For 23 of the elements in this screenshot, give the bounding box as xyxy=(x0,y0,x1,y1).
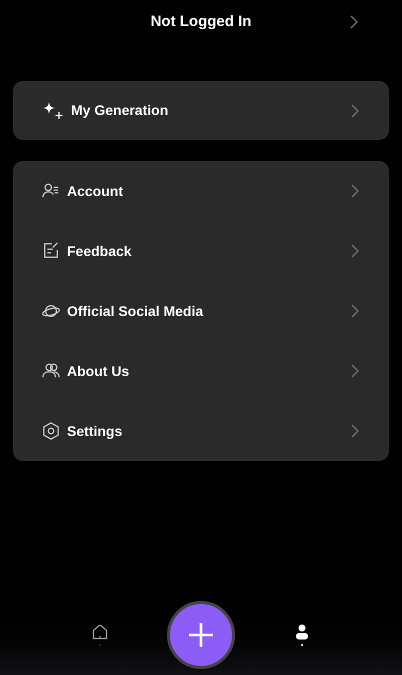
planet-icon xyxy=(42,302,60,320)
login-status-title[interactable]: Not Logged In xyxy=(150,11,252,34)
menu-item[interactable]: Settings xyxy=(13,401,389,461)
chevron-right-icon xyxy=(351,424,359,438)
chevron-right-icon xyxy=(350,15,358,29)
settings-icon xyxy=(42,422,60,440)
plus-icon xyxy=(188,622,214,648)
people-icon xyxy=(42,362,60,380)
sparkle-icon xyxy=(41,100,63,120)
person-lines-icon xyxy=(42,182,60,200)
chevron-right-icon xyxy=(351,304,359,318)
menu-item[interactable]: Feedback xyxy=(13,221,389,281)
my-generation-row[interactable]: My Generation xyxy=(13,81,389,140)
home-icon xyxy=(92,624,108,640)
person-icon xyxy=(295,624,310,640)
chevron-right-icon xyxy=(351,244,359,258)
chevron-right-icon xyxy=(351,104,359,118)
chevron-right-icon xyxy=(351,184,359,198)
menu-item[interactable]: Account xyxy=(13,161,389,221)
menu-item[interactable]: Official Social Media xyxy=(13,281,389,341)
menu-item[interactable]: About Us xyxy=(13,341,389,401)
chevron-right-icon xyxy=(351,364,359,378)
note-edit-icon xyxy=(42,242,60,260)
